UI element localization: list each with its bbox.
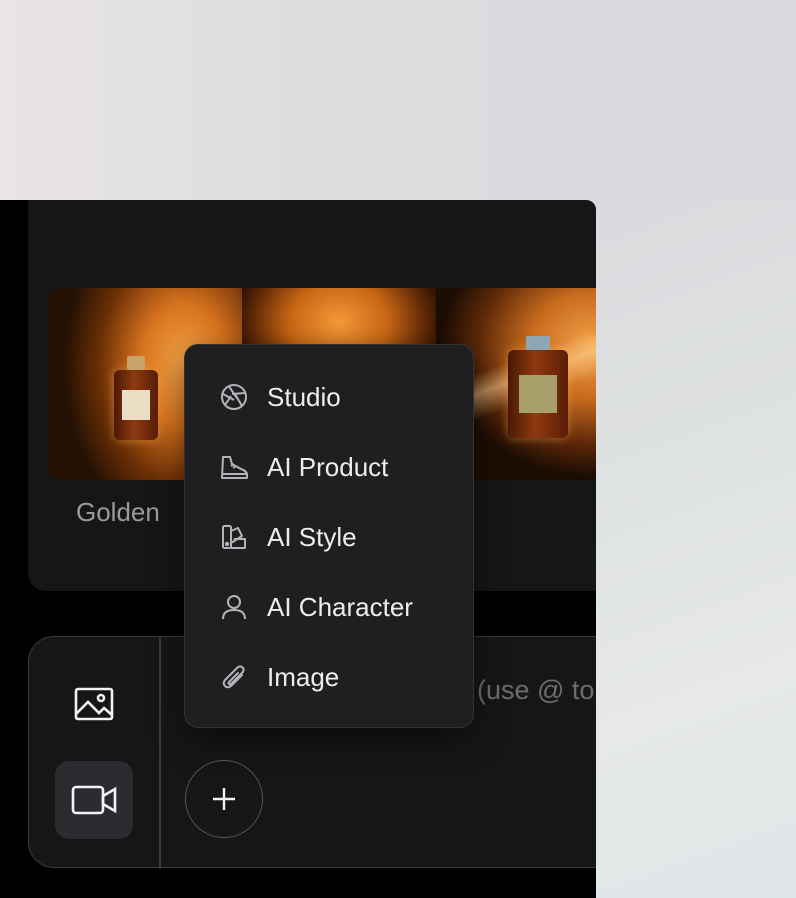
menu-item-label: Studio	[267, 381, 341, 412]
menu-item-label: Image	[267, 661, 340, 692]
add-button[interactable]	[185, 760, 263, 838]
paperclip-icon	[219, 662, 249, 692]
divider	[159, 637, 161, 869]
menu-item-label: AI Character	[267, 591, 413, 622]
add-menu-dropdown: Studio AI Product AI Style AI Character …	[184, 344, 474, 728]
menu-item-label: AI Product	[267, 451, 389, 482]
desktop-background	[0, 0, 796, 200]
menu-item-ai-character[interactable]: AI Character	[185, 577, 473, 637]
menu-item-ai-product[interactable]: AI Product	[185, 437, 473, 497]
perfume-bottle-image	[508, 336, 568, 438]
video-mode-button[interactable]	[55, 761, 133, 839]
aperture-icon	[219, 382, 249, 412]
swatch-icon	[219, 522, 249, 552]
menu-item-image[interactable]: Image	[185, 647, 473, 707]
sneaker-icon	[219, 452, 249, 482]
prompt-input[interactable]: (use @ to	[477, 675, 594, 706]
perfume-bottle-image	[114, 356, 158, 440]
image-mode-button[interactable]	[55, 665, 133, 743]
image-icon	[74, 687, 114, 721]
person-icon	[219, 592, 249, 622]
menu-item-ai-style[interactable]: AI Style	[185, 507, 473, 567]
plus-icon	[213, 788, 235, 810]
preset-caption: Golden	[76, 497, 160, 527]
menu-item-label: AI Style	[267, 521, 357, 552]
menu-item-studio[interactable]: Studio	[185, 367, 473, 427]
video-camera-icon	[71, 785, 117, 815]
